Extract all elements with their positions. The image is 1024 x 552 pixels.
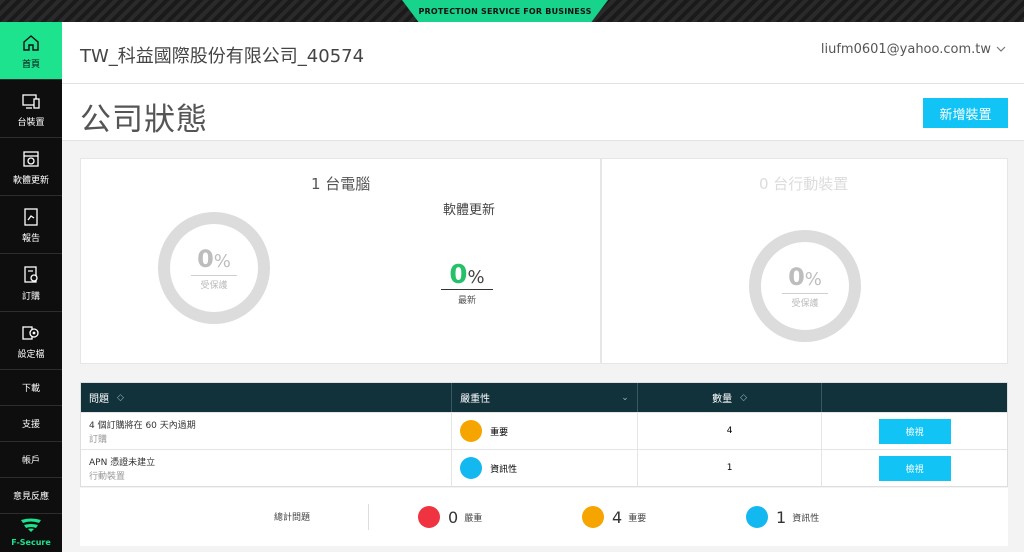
sort-icon: ◇ bbox=[740, 392, 748, 403]
mobile-protected-label: 受保護 bbox=[791, 298, 819, 309]
devices-icon bbox=[20, 90, 42, 112]
chevron-down-icon bbox=[996, 42, 1006, 57]
severity-dot bbox=[418, 506, 440, 528]
header: TW_科益國際股份有限公司_40574 liufm0601@yahoo.com.… bbox=[62, 22, 1024, 84]
issues-table: 問題 ◇ 嚴重性 ⌄ 數量 ◇ 4 個訂購將在 60 天內過期 訂購 重要 4 檢視 … bbox=[80, 382, 1008, 487]
table-header: 問題 ◇ 嚴重性 ⌄ 數量 ◇ bbox=[81, 383, 1007, 412]
sidebar-item-label: 台裝置 bbox=[17, 117, 45, 128]
software-update-title: 軟體更新 bbox=[443, 203, 496, 218]
chevron-down-icon: ⌄ bbox=[621, 392, 629, 403]
severity-dot bbox=[460, 457, 483, 479]
column-header-action bbox=[822, 383, 1007, 412]
sidebar-item-account[interactable]: 帳戶 bbox=[0, 442, 62, 478]
software-update-label: 最新 bbox=[457, 296, 476, 306]
table-row: 4 個訂購將在 60 天內過期 訂購 重要 4 檢視 bbox=[81, 412, 1007, 449]
sidebar: 首頁 台裝置 軟體更新 報告 訂購 設定檔 下載 支援 帳戶 意見反應 F-Se… bbox=[0, 22, 62, 552]
sidebar-item-label: 設定檔 bbox=[17, 349, 45, 360]
severity-label: 重要 bbox=[490, 427, 509, 438]
summary-critical: 0 嚴重 bbox=[418, 506, 482, 528]
table-row: APN 憑證未建立 行動裝置 資訊性 1 檢視 bbox=[81, 449, 1007, 486]
user-menu[interactable]: liufm0601@yahoo.com.tw bbox=[821, 42, 1006, 57]
sidebar-item-label: 帳戶 bbox=[21, 456, 40, 466]
sidebar-item-label: 支援 bbox=[21, 420, 40, 430]
issue-name: APN 憑證未建立 bbox=[89, 457, 156, 468]
software-update-icon bbox=[20, 148, 42, 170]
subscription-icon bbox=[20, 264, 42, 286]
sidebar-item-label: 下載 bbox=[21, 384, 40, 394]
view-button[interactable]: 檢視 bbox=[878, 418, 951, 444]
f-secure-logo-icon bbox=[20, 517, 42, 536]
sidebar-item-feedback[interactable]: 意見反應 bbox=[0, 478, 62, 514]
mobile-panel: 0 台行動裝置 0% 受保護 bbox=[601, 158, 1008, 364]
user-email: liufm0601@yahoo.com.tw bbox=[820, 42, 991, 57]
computers-title: 1 台電腦 bbox=[311, 175, 371, 193]
column-header-issue[interactable]: 問題 ◇ bbox=[81, 383, 453, 412]
computers-protected-ring: 0% 受保護 bbox=[158, 212, 270, 324]
issues-summary: 總計問題 0 嚴重 4 重要 1 資訊性 bbox=[80, 488, 1008, 546]
column-header-count[interactable]: 數量 ◇ bbox=[638, 383, 823, 412]
mobile-title: 0 台行動裝置 bbox=[759, 175, 849, 193]
software-update-value: 0% bbox=[441, 261, 493, 290]
sidebar-item-subscription[interactable]: 訂購 bbox=[0, 254, 62, 312]
top-banner: PROTECTION SERVICE FOR BUSINESS bbox=[0, 0, 1024, 22]
issue-category: 訂購 bbox=[89, 434, 108, 445]
sidebar-item-support[interactable]: 支援 bbox=[0, 406, 62, 442]
sidebar-item-label: 意見反應 bbox=[12, 492, 49, 502]
issue-count: 4 bbox=[638, 413, 823, 449]
sidebar-item-download[interactable]: 下載 bbox=[0, 370, 62, 406]
summary-informational: 1 資訊性 bbox=[746, 506, 819, 528]
severity-dot bbox=[582, 506, 604, 528]
view-button[interactable]: 檢視 bbox=[878, 455, 951, 481]
column-header-severity[interactable]: 嚴重性 ⌄ bbox=[452, 383, 638, 412]
page-title: 公司狀態 bbox=[80, 102, 208, 138]
computers-panel: 1 台電腦 0% 受保護 軟體更新 0% 最新 bbox=[80, 158, 601, 364]
add-device-button[interactable]: 新增裝置 bbox=[923, 98, 1008, 128]
severity-dot bbox=[746, 506, 768, 528]
issue-name: 4 個訂購將在 60 天內過期 bbox=[89, 420, 196, 431]
severity-dot bbox=[460, 420, 483, 442]
sort-icon: ◇ bbox=[117, 392, 124, 403]
sidebar-item-label: 訂購 bbox=[21, 291, 40, 302]
summary-label: 總計問題 bbox=[274, 513, 311, 523]
home-icon bbox=[20, 32, 42, 54]
sidebar-item-devices[interactable]: 台裝置 bbox=[0, 80, 62, 138]
severity-label: 資訊性 bbox=[490, 464, 518, 475]
mobile-protected-value: 0% bbox=[782, 264, 828, 294]
summary-important: 4 重要 bbox=[582, 506, 646, 528]
sidebar-item-report[interactable]: 報告 bbox=[0, 196, 62, 254]
title-bar: 公司狀態 新增裝置 bbox=[62, 84, 1024, 141]
sidebar-item-software-update[interactable]: 軟體更新 bbox=[0, 138, 62, 196]
brand-logo: F-Secure bbox=[0, 512, 62, 552]
computers-protected-value: 0% bbox=[191, 246, 237, 276]
sidebar-item-label: 首頁 bbox=[21, 59, 40, 70]
brand-name: F-Secure bbox=[11, 538, 51, 547]
sidebar-item-settings-profile[interactable]: 設定檔 bbox=[0, 312, 62, 370]
mobile-protected-ring: 0% 受保護 bbox=[749, 230, 861, 342]
issue-count: 1 bbox=[638, 450, 823, 486]
issue-category: 行動裝置 bbox=[89, 471, 126, 482]
banner-ribbon: PROTECTION SERVICE FOR BUSINESS bbox=[402, 0, 608, 22]
sidebar-item-home[interactable]: 首頁 bbox=[0, 22, 62, 80]
sidebar-item-label: 軟體更新 bbox=[12, 175, 49, 186]
settings-profile-icon bbox=[20, 322, 42, 344]
computers-protected-label: 受保護 bbox=[200, 280, 228, 291]
report-icon bbox=[20, 206, 42, 228]
company-name: TW_科益國際股份有限公司_40574 bbox=[80, 46, 365, 67]
sidebar-item-label: 報告 bbox=[21, 233, 40, 244]
divider bbox=[368, 504, 369, 530]
